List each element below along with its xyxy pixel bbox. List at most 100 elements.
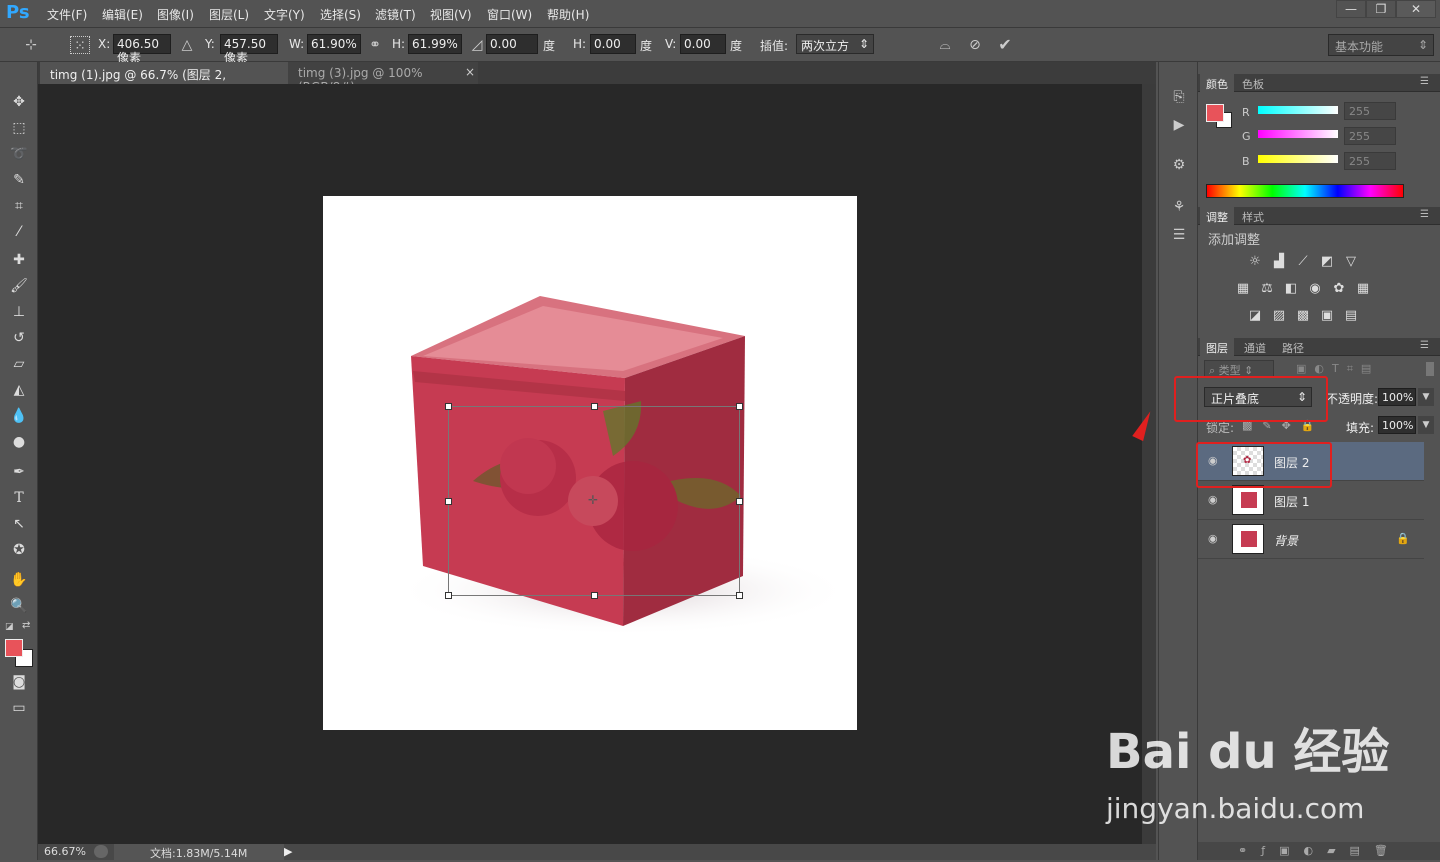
shape-tool-icon[interactable]: ✪ (6, 538, 32, 562)
r-value-field[interactable]: 255 (1344, 102, 1396, 120)
color-fg-swatch[interactable] (1206, 104, 1224, 122)
marquee-tool-icon[interactable]: ⬚ (6, 116, 32, 140)
r-slider[interactable] (1258, 106, 1338, 114)
layer-row[interactable]: ◉ 背景 🔒 (1198, 520, 1424, 559)
swap-colors-icon[interactable]: ⇄ (22, 620, 30, 631)
workspace-select[interactable]: 基本功能 ⇕ (1328, 34, 1434, 56)
tab-adjustments[interactable]: 调整 (1200, 207, 1234, 225)
panel-menu-icon[interactable]: ☰ (1420, 340, 1429, 351)
b-value-field[interactable]: 255 (1344, 152, 1396, 170)
tab-active-document[interactable]: timg (1).jpg @ 66.7% (图层 2, RGB/8#) * (40, 62, 288, 97)
invert-icon[interactable]: ◪ (1246, 308, 1264, 324)
height-field[interactable]: 61.99% (408, 34, 462, 54)
threshold-icon[interactable]: ▩ (1294, 308, 1312, 324)
visibility-eye-icon[interactable]: ◉ (1208, 493, 1222, 507)
history-panel-icon[interactable]: ⎘ (1167, 86, 1191, 108)
transform-handle-tr[interactable] (736, 403, 743, 410)
link-icon[interactable]: ⚭ (366, 36, 384, 54)
curves-icon[interactable]: ⟋ (1294, 254, 1312, 270)
status-menu-arrow-icon[interactable]: ▶ (284, 845, 292, 858)
layers-footer-icons[interactable]: ⚭ƒ▣◐▰▤🗑 (1198, 842, 1440, 860)
exposure-icon[interactable]: ◩ (1318, 254, 1336, 270)
black-white-icon[interactable]: ◧ (1282, 281, 1300, 297)
screen-mode-icon[interactable]: ▭ (6, 696, 32, 720)
layer-filter-icons[interactable]: ▣◐T⌗▤ (1296, 362, 1379, 376)
posterize-icon[interactable]: ▨ (1270, 308, 1288, 324)
tab-paths[interactable]: 路径 (1276, 338, 1310, 356)
x-field[interactable]: 406.50 像素 (113, 34, 171, 65)
type-tool-icon[interactable]: T (6, 486, 32, 510)
levels-icon[interactable]: ▟ (1270, 254, 1288, 270)
tab-second-document[interactable]: timg (3).jpg @ 100%(RGB/8#) (288, 62, 478, 94)
tab-swatches[interactable]: 色板 (1236, 74, 1270, 92)
menu-window[interactable]: 窗口(W) (487, 6, 532, 23)
g-slider[interactable] (1258, 130, 1338, 138)
opacity-dropdown-icon[interactable]: ▼ (1418, 388, 1434, 406)
brightness-icon[interactable]: ☼ (1246, 254, 1264, 270)
width-field[interactable]: 61.90% (307, 34, 361, 54)
angle-field[interactable]: 0.00 (486, 34, 538, 54)
tab-channels[interactable]: 通道 (1238, 338, 1272, 356)
history-brush-tool-icon[interactable]: ↺ (6, 326, 32, 350)
healing-brush-tool-icon[interactable]: ✚ (6, 248, 32, 272)
tab-color[interactable]: 颜色 (1200, 74, 1234, 92)
clone-stamp-tool-icon[interactable]: ⊥ (6, 300, 32, 324)
transform-tool-icon[interactable]: ⊹ (22, 36, 40, 54)
zoom-level[interactable]: 66.67% (44, 845, 86, 858)
filter-toggle[interactable] (1426, 362, 1434, 376)
close-window-button[interactable]: ✕ (1396, 0, 1436, 18)
transform-handle-tl[interactable] (445, 403, 452, 410)
tab-styles[interactable]: 样式 (1236, 207, 1270, 225)
delta-icon[interactable]: △ (178, 36, 196, 54)
hue-saturation-icon[interactable]: ▦ (1234, 281, 1252, 297)
menu-image[interactable]: 图像(I) (157, 6, 194, 23)
hand-tool-icon[interactable]: ✋ (6, 568, 32, 592)
channel-mixer-icon[interactable]: ✿ (1330, 281, 1348, 297)
color-balance-icon[interactable]: ⚖ (1258, 281, 1276, 297)
menu-filter[interactable]: 滤镜(T) (375, 6, 416, 23)
move-tool-icon[interactable]: ✥ (6, 90, 32, 114)
crop-tool-icon[interactable]: ⌗ (6, 194, 32, 218)
zoom-tool-icon[interactable]: 🔍 (6, 594, 32, 618)
lasso-tool-icon[interactable]: ➰ (6, 142, 32, 166)
fill-dropdown-icon[interactable]: ▼ (1418, 416, 1434, 434)
eyedropper-tool-icon[interactable]: ⁄ (6, 220, 32, 244)
transform-handle-bl[interactable] (445, 592, 452, 599)
color-spectrum-bar[interactable] (1206, 184, 1404, 198)
default-colors-icon[interactable]: ◪ (5, 622, 14, 632)
status-info-icon[interactable] (94, 845, 108, 858)
minimize-button[interactable]: — (1336, 0, 1366, 18)
menu-layer[interactable]: 图层(L) (209, 6, 249, 23)
hskew-field[interactable]: 0.00 (590, 34, 636, 54)
transform-handle-r[interactable] (736, 498, 743, 505)
blur-tool-icon[interactable]: 💧 (6, 404, 32, 428)
eraser-tool-icon[interactable]: ▱ (6, 352, 32, 376)
y-field[interactable]: 457.50 像素 (220, 34, 278, 65)
menu-file[interactable]: 文件(F) (47, 6, 87, 23)
transform-handle-t[interactable] (591, 403, 598, 410)
panel-menu-icon[interactable]: ☰ (1420, 76, 1429, 87)
b-slider[interactable] (1258, 155, 1338, 163)
menu-help[interactable]: 帮助(H) (547, 6, 589, 23)
tab-close-icon[interactable]: × (465, 65, 475, 79)
selective-color-icon[interactable]: ▣ (1318, 308, 1336, 324)
foreground-color-swatch[interactable] (5, 639, 23, 657)
vibrance-icon[interactable]: ▽ (1342, 254, 1360, 270)
actions-panel-icon[interactable]: ▶ (1167, 114, 1191, 136)
panel-menu-icon[interactable]: ☰ (1420, 209, 1429, 220)
brush-panel-icon[interactable]: ⚘ (1167, 196, 1191, 218)
transform-handle-b[interactable] (591, 592, 598, 599)
reference-point-icon[interactable]: ⁙ (70, 36, 90, 54)
menu-edit[interactable]: 编辑(E) (102, 6, 143, 23)
warp-mode-icon[interactable]: ⌓ (936, 36, 954, 54)
fill-field[interactable]: 100% (1378, 416, 1416, 434)
commit-transform-icon[interactable]: ✔ (996, 36, 1014, 54)
cancel-transform-icon[interactable]: ⊘ (966, 36, 984, 54)
brush-tool-icon[interactable]: 🖌 (6, 274, 32, 298)
paint-bucket-tool-icon[interactable]: ◭ (6, 378, 32, 402)
transform-handle-l[interactable] (445, 498, 452, 505)
document-canvas[interactable]: ✛ (323, 196, 857, 730)
pen-tool-icon[interactable]: ✒ (6, 460, 32, 484)
transform-center-icon[interactable]: ✛ (588, 493, 598, 507)
properties-panel-icon[interactable]: ⚙ (1167, 154, 1191, 176)
